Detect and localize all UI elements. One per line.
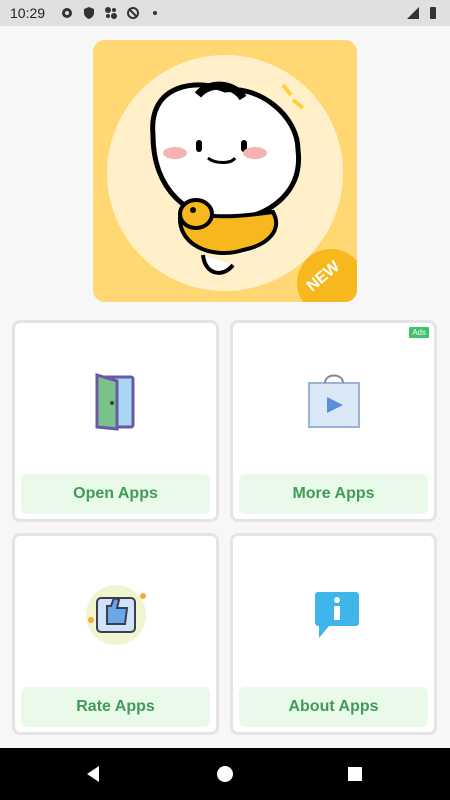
fan-icon — [105, 7, 117, 19]
dot-icon — [153, 11, 157, 15]
status-time: 10:29 — [10, 5, 46, 21]
rate-apps-card[interactable]: Rate Apps — [12, 533, 219, 735]
gear-icon — [62, 8, 72, 18]
rate-apps-button[interactable]: Rate Apps — [21, 687, 210, 727]
play-store-bag-icon — [307, 374, 360, 428]
shield-icon — [84, 7, 94, 19]
more-apps-button[interactable]: More Apps — [239, 474, 428, 514]
open-apps-card[interactable]: Open Apps — [12, 320, 219, 522]
sync-icon — [127, 7, 139, 19]
open-apps-button[interactable]: Open Apps — [21, 474, 210, 514]
battery-icon — [430, 7, 436, 19]
about-apps-button[interactable]: About Apps — [239, 687, 428, 727]
home-icon[interactable] — [215, 764, 235, 784]
navigation-bar — [0, 748, 450, 800]
banner-image[interactable]: NEW — [93, 40, 357, 302]
character-illustration — [107, 55, 357, 302]
status-bar: 10:29 — [0, 0, 450, 26]
about-apps-card[interactable]: About Apps — [230, 533, 437, 735]
info-chat-icon — [314, 592, 359, 638]
signal-icon — [407, 7, 419, 19]
ads-badge: Ads — [409, 327, 429, 338]
thumbs-up-icon — [85, 585, 146, 645]
more-apps-card[interactable]: Ads More Apps — [230, 320, 437, 522]
back-icon[interactable] — [85, 764, 105, 784]
recents-icon[interactable] — [345, 764, 365, 784]
door-icon — [95, 372, 134, 431]
